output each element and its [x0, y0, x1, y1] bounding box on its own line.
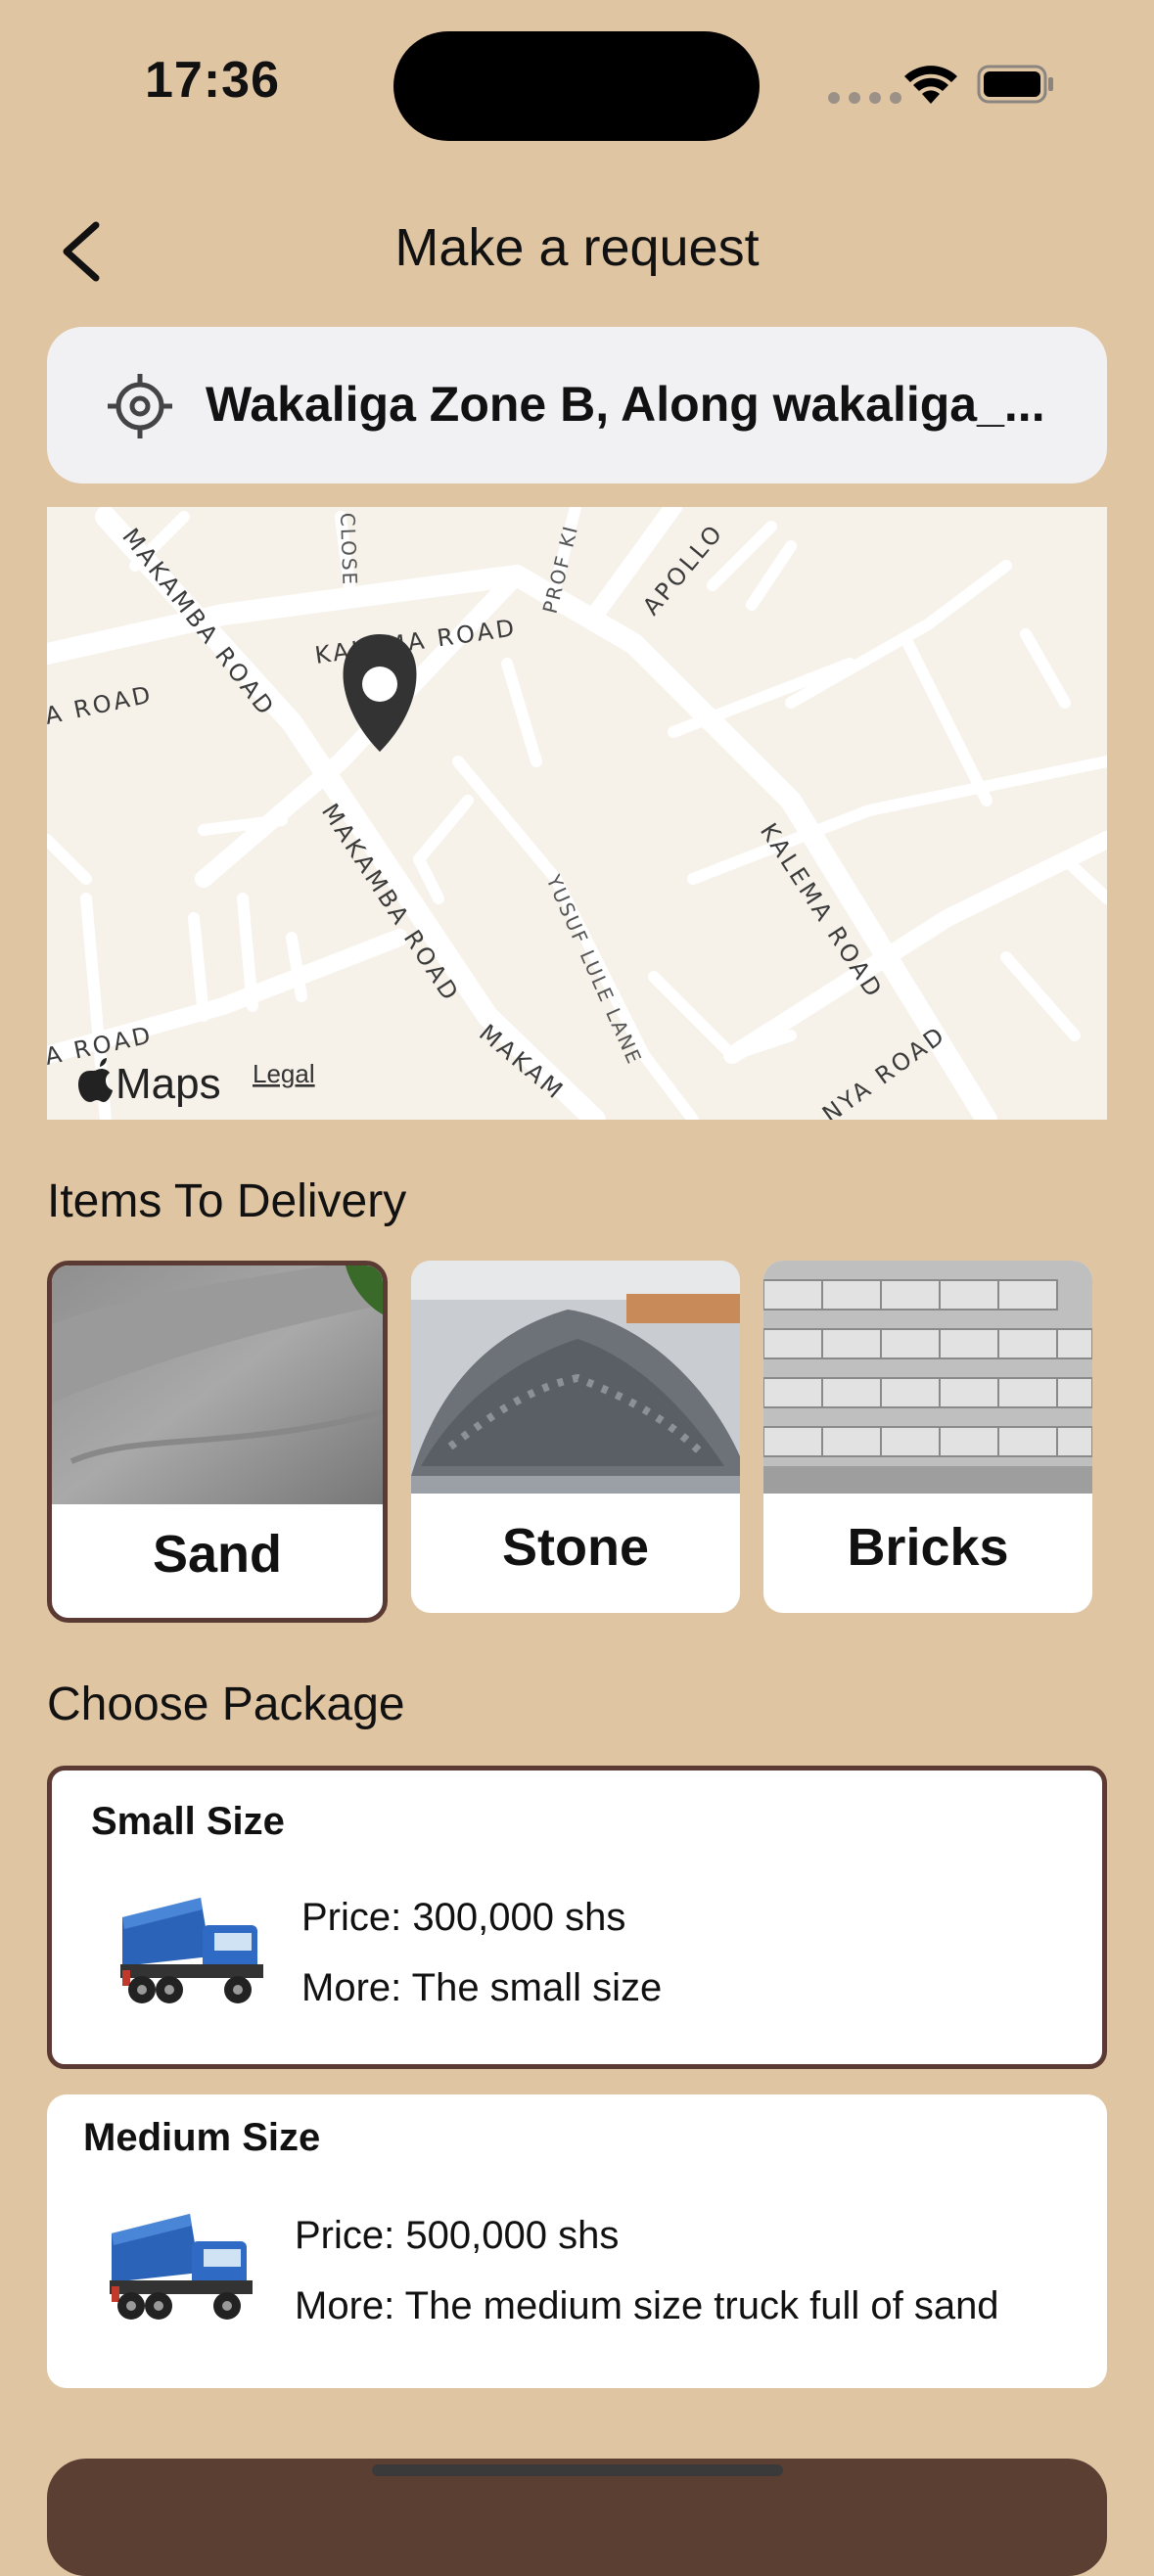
package-price: Price: 500,000 shs	[295, 2214, 620, 2257]
package-description: More: The small size	[301, 1966, 663, 2009]
package-title: Medium Size	[83, 2116, 321, 2159]
truck-icon	[120, 1898, 263, 2003]
submit-request-button[interactable]	[47, 2459, 1107, 2576]
map-view[interactable]: MAKAMBA ROAD KALEMA ROAD CLOSE PROF KI A…	[47, 507, 1107, 1120]
maps-attribution: Maps	[115, 1060, 221, 1108]
item-card-bricks[interactable]: Bricks	[763, 1261, 1092, 1613]
page-title: Make a request	[394, 218, 760, 277]
signal-icon	[828, 92, 901, 104]
packages-section-title: Choose Package	[47, 1679, 405, 1730]
package-price: Price: 300,000 shs	[301, 1896, 626, 1939]
legal-link[interactable]: Legal	[253, 1059, 315, 1088]
location-target-icon	[108, 374, 172, 438]
map-pin-icon[interactable]	[343, 634, 417, 752]
location-address: Wakaliga Zone B, Along wakaliga_...	[206, 377, 1045, 432]
items-section-title: Items To Delivery	[47, 1175, 407, 1227]
package-title: Small Size	[91, 1800, 285, 1843]
package-description: More: The medium size truck full of sand	[295, 2284, 999, 2327]
package-card-medium[interactable]: Medium Size Price: 500,000 shs More: The…	[47, 2094, 1107, 2388]
home-indicator	[372, 2464, 783, 2476]
item-label-stone: Stone	[501, 1518, 649, 1577]
sand-image	[52, 1265, 383, 1504]
road-label: CLOSE	[336, 512, 362, 586]
road-label: A ROAD	[47, 680, 156, 730]
road-label: NYA ROAD	[817, 1021, 951, 1120]
dynamic-island	[393, 31, 760, 141]
item-card-sand[interactable]: Sand	[47, 1261, 388, 1623]
road-label: MAKAM	[474, 1019, 570, 1106]
item-label-bricks: Bricks	[847, 1518, 1009, 1577]
item-label-sand: Sand	[152, 1525, 283, 1584]
battery-icon	[977, 65, 1053, 104]
wifi-icon	[904, 66, 957, 104]
package-card-small[interactable]: Small Size Price: 300,000 shs More: The …	[47, 1766, 1107, 2069]
bricks-image	[763, 1261, 1092, 1494]
road-label: YUSUF LULE LANE	[541, 870, 647, 1068]
status-time: 17:36	[145, 52, 280, 109]
stone-image	[411, 1261, 740, 1494]
item-card-stone[interactable]: Stone	[411, 1261, 740, 1613]
truck-icon	[110, 2214, 253, 2320]
road-label: KALEMA ROAD	[313, 614, 519, 669]
